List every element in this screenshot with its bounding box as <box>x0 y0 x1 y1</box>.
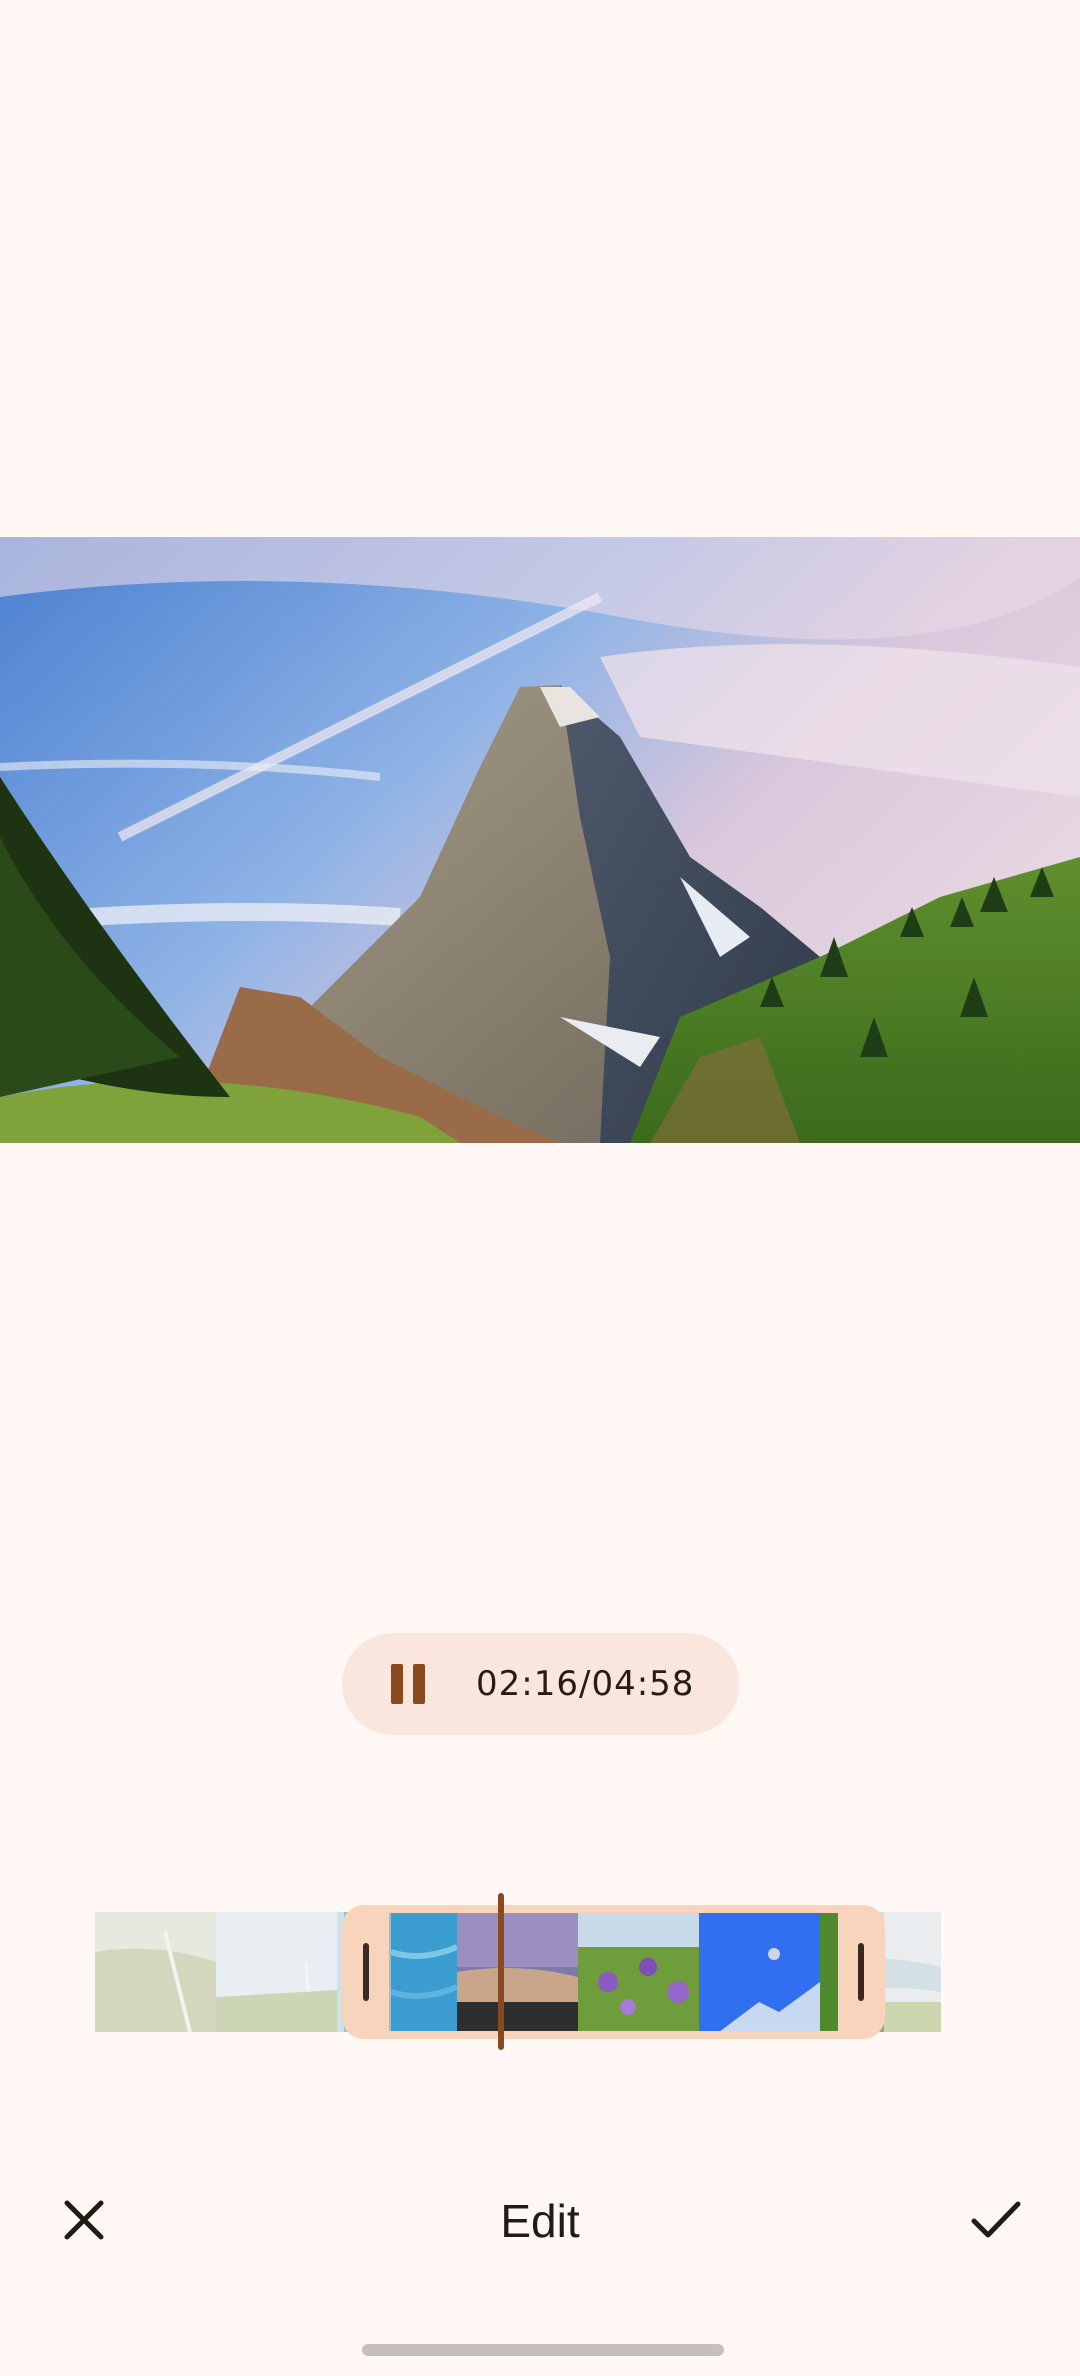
grip-icon <box>858 1943 864 2001</box>
confirm-button[interactable] <box>956 2180 1036 2260</box>
gesture-navigation-bar[interactable] <box>362 2344 724 2356</box>
current-time: 02:16 <box>476 1664 579 1704</box>
video-editor-screen: 02:16/04:58 Edit <box>0 0 1080 2376</box>
excluded-range-right <box>884 1912 941 2032</box>
playback-time: 02:16/04:58 <box>476 1664 694 1704</box>
time-separator: / <box>578 1664 592 1704</box>
trim-start-handle[interactable] <box>342 1935 390 2009</box>
trim-selection-frame <box>342 1905 885 2039</box>
bottom-toolbar: Edit <box>0 2160 1080 2280</box>
pause-icon <box>391 1664 403 1704</box>
grip-icon <box>363 1943 369 2001</box>
playhead[interactable] <box>478 1893 526 2050</box>
page-title: Edit <box>500 2195 580 2247</box>
trim-end-handle[interactable] <box>837 1935 885 2009</box>
playback-controls: 02:16/04:58 <box>342 1633 739 1735</box>
excluded-range-left <box>95 1912 344 2032</box>
playhead-line <box>498 1893 504 2050</box>
total-time: 04:58 <box>591 1664 695 1704</box>
trim-timeline[interactable] <box>95 1893 941 2050</box>
mountain-frame-image <box>0 537 1080 1143</box>
pause-button[interactable] <box>370 1646 446 1722</box>
video-preview[interactable] <box>0 537 1080 1143</box>
check-icon <box>971 2201 1021 2238</box>
pause-icon-bar <box>413 1664 425 1704</box>
